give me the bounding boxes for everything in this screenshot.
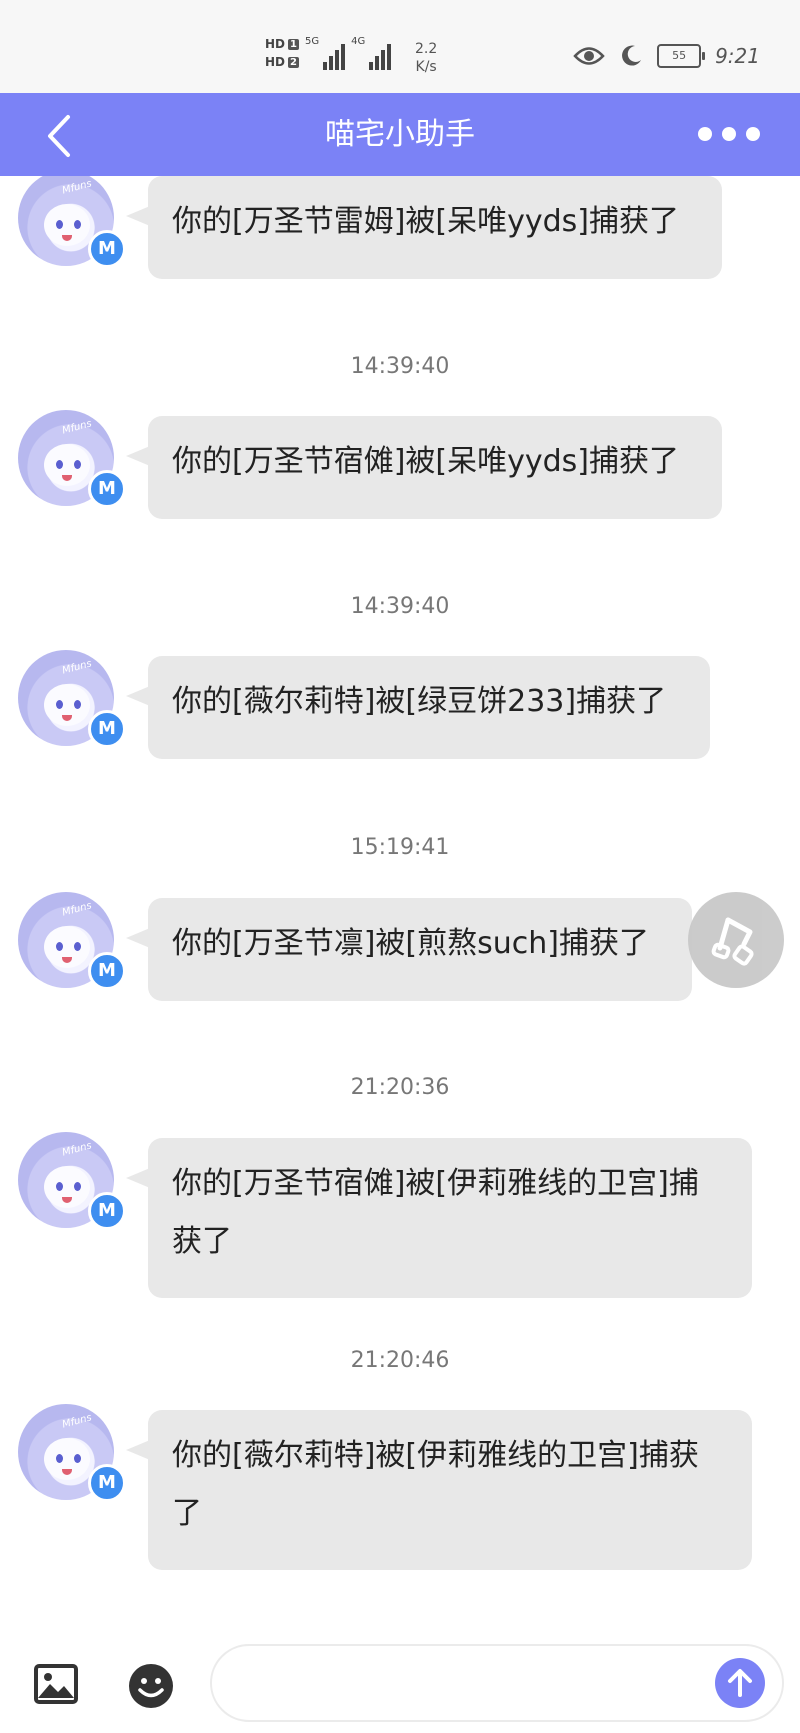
message-bubble[interactable]: 你的[万圣节宿傩]被[呆唯yyds]捕获了 xyxy=(126,416,722,519)
avatar[interactable]: Mfuns M xyxy=(18,650,126,748)
battery-icon: 55 xyxy=(657,44,706,68)
avatar-label: Mfuns xyxy=(61,900,93,919)
avatar[interactable]: Mfuns M xyxy=(18,1404,126,1502)
network-speed: 2.2 K/s xyxy=(415,41,438,75)
image-button[interactable] xyxy=(34,1664,78,1704)
app-header: 喵宅小助手 xyxy=(0,93,800,176)
message-timestamp: 15:19:41 xyxy=(350,835,450,860)
message-bubble[interactable]: 你的[薇尔莉特]被[绿豆饼233]捕获了 xyxy=(126,656,710,759)
more-options-button[interactable] xyxy=(698,123,760,145)
page-title: 喵宅小助手 xyxy=(325,117,475,152)
message-timestamp: 21:20:36 xyxy=(350,1075,450,1100)
avatar-badge: M xyxy=(88,952,126,990)
message-bubble[interactable]: 你的[万圣节凛]被[煎熬such]捕获了 xyxy=(126,898,692,1001)
avatar-label: Mfuns xyxy=(61,658,93,677)
network-indicators: HD 1 HD 2 5G 4G xyxy=(265,36,392,70)
smiley-icon xyxy=(129,1664,173,1708)
avatar-badge: M xyxy=(88,230,126,268)
hd2-indicator: HD 2 xyxy=(265,55,299,69)
status-bar: HD 1 HD 2 5G 4G 2.2 K/s 55 9:21 xyxy=(0,0,800,93)
avatar-label: Mfuns xyxy=(61,1412,93,1431)
message-bubble[interactable]: 你的[万圣节宿傩]被[伊莉雅线的卫宫]捕获了 xyxy=(126,1138,752,1298)
avatar-badge: M xyxy=(88,710,126,748)
message-bubble[interactable]: 你的[万圣节雷姆]被[呆唯yyds]捕获了 xyxy=(126,176,722,279)
avatar-label: Mfuns xyxy=(61,178,93,197)
message-input[interactable] xyxy=(210,1644,784,1722)
avatar[interactable]: Mfuns M xyxy=(18,892,126,990)
back-button[interactable] xyxy=(40,111,80,161)
signal-5g-icon: 5G xyxy=(305,36,346,70)
avatar[interactable]: Mfuns M xyxy=(18,176,126,268)
floating-music-button[interactable] xyxy=(688,892,784,988)
hd1-indicator: HD 1 xyxy=(265,37,299,51)
eye-icon xyxy=(573,47,605,65)
hd-indicators: HD 1 HD 2 xyxy=(265,37,299,69)
avatar-badge: M xyxy=(88,470,126,508)
clock: 9:21 xyxy=(715,44,760,68)
dot-icon xyxy=(746,127,760,141)
dot-icon xyxy=(698,127,712,141)
message-timestamp: 14:39:40 xyxy=(350,354,450,379)
avatar[interactable]: Mfuns M xyxy=(18,1132,126,1230)
avatar-label: Mfuns xyxy=(61,1140,93,1159)
avatar[interactable]: Mfuns M xyxy=(18,410,126,508)
send-button[interactable] xyxy=(715,1658,765,1708)
image-icon xyxy=(34,1664,78,1704)
signal-4g-icon: 4G xyxy=(351,36,392,70)
avatar-label: Mfuns xyxy=(61,418,93,437)
message-timestamp: 14:39:40 xyxy=(350,594,450,619)
music-note-icon xyxy=(711,917,754,966)
moon-icon xyxy=(622,45,642,66)
status-icons: 55 9:21 xyxy=(573,44,760,68)
avatar-badge: M xyxy=(88,1464,126,1502)
arrow-up-icon xyxy=(728,1669,752,1697)
chat-messages[interactable]: Mfuns M 你的[万圣节雷姆]被[呆唯yyds]捕获了 14:39:40 M… xyxy=(0,176,800,1636)
message-timestamp: 21:20:46 xyxy=(350,1348,450,1373)
avatar-badge: M xyxy=(88,1192,126,1230)
chevron-left-icon xyxy=(48,115,70,157)
message-bubble[interactable]: 你的[薇尔莉特]被[伊莉雅线的卫宫]捕获了 xyxy=(126,1410,752,1570)
input-bar xyxy=(0,1636,800,1733)
dot-icon xyxy=(722,127,736,141)
emoji-button[interactable] xyxy=(128,1663,174,1709)
